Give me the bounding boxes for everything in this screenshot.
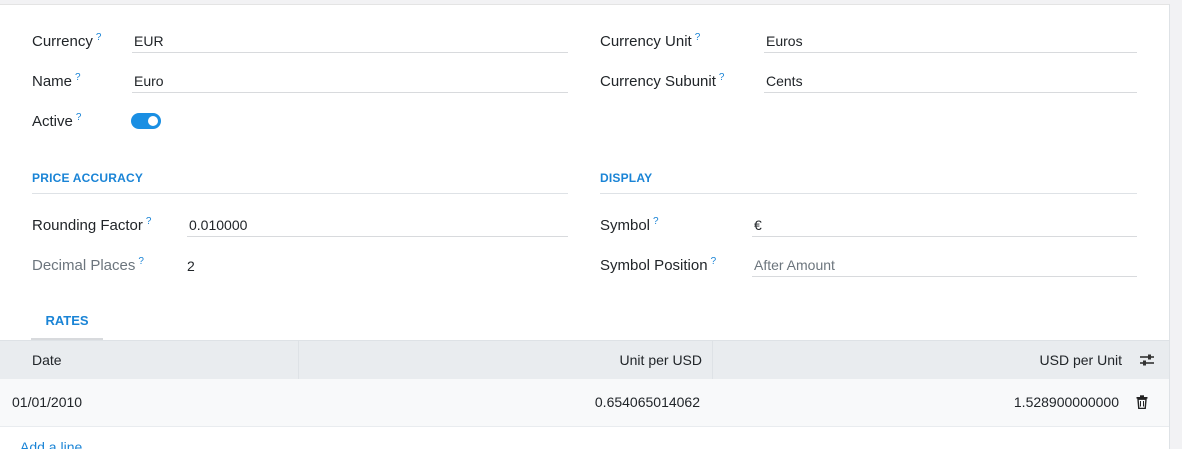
currency-label: Currency? <box>32 32 101 52</box>
symbol-position-label: Symbol Position? <box>600 256 716 276</box>
symbol-position-label-text: Symbol Position <box>600 257 708 274</box>
symbol-label-text: Symbol <box>600 217 651 234</box>
price-accuracy-title: PRICE ACCURACY <box>32 168 568 194</box>
symbol-position-help-icon[interactable]: ? <box>711 256 717 267</box>
rates-table-header: Date Unit per USD USD per Unit <box>0 340 1169 380</box>
currency-label-text: Currency <box>32 33 93 50</box>
column-header-unit-per-usd[interactable]: Unit per USD <box>298 341 712 379</box>
active-label-text: Active <box>32 113 73 130</box>
name-label-text: Name <box>32 73 73 90</box>
rounding-factor-label: Rounding Factor? <box>32 216 151 236</box>
tab-rates[interactable]: RATES <box>31 310 103 340</box>
rounding-factor-field[interactable]: 0.010000 <box>187 213 568 237</box>
currency-unit-help-icon[interactable]: ? <box>695 32 701 43</box>
symbol-position-select[interactable]: After Amount <box>752 253 1137 277</box>
rate-usd-per-unit-cell[interactable]: 1.528900000000 <box>1014 379 1119 426</box>
rate-date-cell[interactable]: 01/01/2010 <box>12 379 82 426</box>
currency-unit-field[interactable]: Euros <box>764 29 1137 53</box>
currency-subunit-help-icon[interactable]: ? <box>719 72 725 83</box>
rounding-factor-help-icon[interactable]: ? <box>146 216 152 227</box>
column-header-usd-per-unit[interactable]: USD per Unit <box>712 341 1132 379</box>
display-title: DISPLAY <box>600 168 1137 194</box>
decimal-places-label-text: Decimal Places <box>32 257 136 274</box>
name-label: Name? <box>32 72 81 92</box>
symbol-help-icon[interactable]: ? <box>653 216 659 227</box>
currency-field[interactable]: EUR <box>132 29 568 53</box>
currency-help-icon[interactable]: ? <box>96 32 102 43</box>
active-help-icon[interactable]: ? <box>76 112 82 123</box>
decimal-places-label: Decimal Places? <box>32 256 144 276</box>
currency-unit-label: Currency Unit? <box>600 32 700 52</box>
symbol-field[interactable]: € <box>752 213 1137 237</box>
currency-subunit-field[interactable]: Cents <box>764 69 1137 93</box>
symbol-label: Symbol? <box>600 216 659 236</box>
decimal-places-help-icon[interactable]: ? <box>138 256 144 267</box>
table-row[interactable]: 01/01/2010 0.654065014062 1.528900000000 <box>0 379 1169 427</box>
active-label: Active? <box>32 112 81 132</box>
currency-subunit-label: Currency Subunit? <box>600 72 724 92</box>
form-sheet: Currency? EUR Name? Euro Active? Currenc… <box>0 4 1170 449</box>
active-toggle[interactable] <box>131 113 161 129</box>
rate-unit-per-usd-cell[interactable]: 0.654065014062 <box>595 379 700 426</box>
sliders-icon[interactable] <box>1139 353 1155 367</box>
trash-icon[interactable] <box>1136 395 1148 409</box>
decimal-places-value: 2 <box>187 258 195 274</box>
column-header-date[interactable]: Date <box>22 341 298 379</box>
name-field[interactable]: Euro <box>132 69 568 93</box>
currency-unit-label-text: Currency Unit <box>600 33 692 50</box>
name-help-icon[interactable]: ? <box>75 72 81 83</box>
rounding-factor-label-text: Rounding Factor <box>32 217 143 234</box>
currency-subunit-label-text: Currency Subunit <box>600 73 716 90</box>
